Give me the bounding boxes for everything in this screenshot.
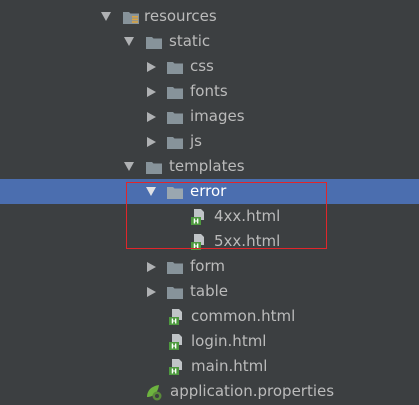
tree-item-error[interactable]: error (0, 179, 419, 204)
tree-item-label: resources (144, 7, 217, 25)
html-file-icon: H (169, 308, 182, 325)
spring-properties-icon (147, 384, 162, 400)
html-file-icon: H (169, 333, 182, 350)
tree-item-label: login.html (191, 332, 267, 350)
folder-icon (146, 161, 162, 174)
tree-item-static[interactable]: static (0, 29, 419, 54)
html-file-icon: H (191, 208, 204, 225)
tree-item-label: main.html (191, 357, 268, 375)
resources-folder-icon (123, 11, 139, 24)
expand-arrow-icon[interactable] (124, 37, 134, 46)
tree-item-label: fonts (190, 82, 228, 100)
tree-item-label: templates (169, 157, 245, 175)
tree-item-css[interactable]: css (0, 54, 419, 79)
tree-item-images[interactable]: images (0, 104, 419, 129)
svg-text:H: H (171, 367, 177, 375)
tree-item-4xx-html[interactable]: H 4xx.html (0, 204, 419, 229)
folder-icon (167, 86, 183, 99)
tree-item-label: js (190, 132, 202, 150)
tree-item-common-html[interactable]: H common.html (0, 304, 419, 329)
collapse-arrow-icon[interactable] (147, 136, 156, 147)
tree-item-main-html[interactable]: H main.html (0, 354, 419, 379)
folder-icon (167, 61, 183, 74)
collapse-arrow-icon[interactable] (147, 61, 156, 72)
expand-arrow-icon[interactable] (101, 12, 111, 21)
tree-item-label: error (190, 182, 227, 200)
tree-item-5xx-html[interactable]: H 5xx.html (0, 229, 419, 254)
collapse-arrow-icon[interactable] (147, 286, 156, 297)
svg-text:H: H (193, 217, 199, 225)
folder-icon (167, 286, 183, 299)
tree-item-fonts[interactable]: fonts (0, 79, 419, 104)
tree-item-table[interactable]: table (0, 279, 419, 304)
html-file-icon: H (191, 233, 204, 250)
project-tree: resources static css fonts images js tem… (0, 0, 419, 405)
tree-item-label: images (190, 107, 245, 125)
expand-arrow-icon[interactable] (146, 187, 156, 196)
folder-icon (167, 111, 183, 124)
tree-item-label: common.html (191, 307, 296, 325)
tree-item-application-properties[interactable]: application.properties (0, 379, 419, 404)
folder-icon (167, 186, 183, 199)
tree-item-form[interactable]: form (0, 254, 419, 279)
tree-item-label: table (190, 282, 228, 300)
svg-text:H: H (193, 242, 199, 250)
tree-item-label: 5xx.html (214, 232, 281, 250)
svg-text:H: H (171, 317, 177, 325)
svg-text:H: H (171, 342, 177, 350)
folder-icon (146, 36, 162, 49)
tree-item-templates[interactable]: templates (0, 154, 419, 179)
expand-arrow-icon[interactable] (124, 162, 134, 171)
collapse-arrow-icon[interactable] (147, 111, 156, 122)
tree-item-label: css (190, 57, 214, 75)
folder-icon (167, 261, 183, 274)
tree-item-label: form (190, 257, 225, 275)
collapse-arrow-icon[interactable] (147, 261, 156, 272)
tree-item-label: application.properties (170, 382, 335, 400)
html-file-icon: H (169, 358, 182, 375)
tree-item-label: static (169, 32, 211, 50)
tree-item-js[interactable]: js (0, 129, 419, 154)
folder-icon (167, 136, 183, 149)
tree-item-resources[interactable]: resources (0, 4, 419, 29)
collapse-arrow-icon[interactable] (147, 86, 156, 97)
tree-item-label: 4xx.html (214, 207, 281, 225)
tree-item-login-html[interactable]: H login.html (0, 329, 419, 354)
